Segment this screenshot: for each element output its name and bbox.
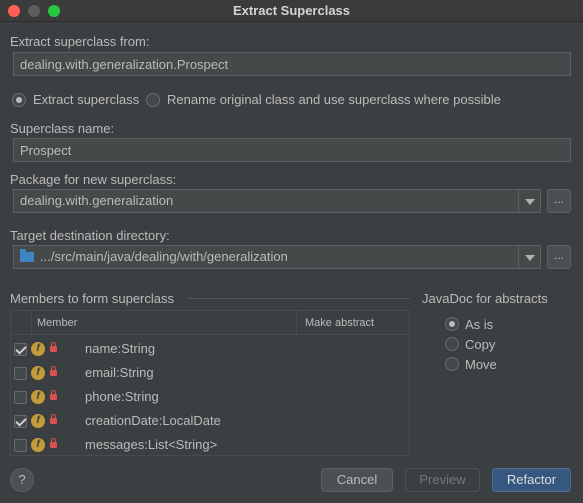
package-dropdown-arrow-icon[interactable] (518, 190, 540, 212)
field-icon: f (31, 438, 45, 452)
members-label: Members to form superclass (10, 291, 174, 306)
target-dir-value: .../src/main/java/dealing/with/generaliz… (40, 249, 288, 264)
field-icon: f (31, 366, 45, 380)
superclass-name-label: Superclass name: (10, 121, 115, 136)
target-dir-label: Target destination directory: (10, 228, 170, 243)
target-dir-dropdown-arrow-icon[interactable] (518, 246, 540, 268)
extract-from-field[interactable] (13, 52, 571, 76)
package-value: dealing.with.generalization (20, 193, 174, 208)
lock-icon (50, 390, 57, 400)
table-row[interactable]: f name:String (11, 337, 409, 361)
preview-button[interactable]: Preview (405, 468, 480, 492)
column-member[interactable]: Member (37, 317, 77, 329)
extract-superclass-radio[interactable] (12, 93, 26, 107)
cancel-button[interactable]: Cancel (321, 468, 393, 492)
superclass-name-field[interactable] (13, 138, 571, 162)
extract-superclass-label: Extract superclass (33, 92, 140, 107)
member-name: messages:List<String> (85, 437, 218, 452)
member-checkbox[interactable] (14, 415, 27, 428)
refactor-button[interactable]: Refactor (492, 468, 571, 492)
lock-icon (50, 366, 57, 376)
table-row[interactable]: f email:String (11, 361, 409, 385)
javadoc-move-radio[interactable] (445, 357, 459, 371)
member-checkbox[interactable] (14, 439, 27, 452)
column-make-abstract[interactable]: Make abstract (305, 317, 374, 329)
rename-original-class-label: Rename original class and use superclass… (167, 92, 501, 107)
package-label: Package for new superclass: (10, 172, 177, 187)
lock-icon (50, 414, 57, 424)
javadoc-as-is-radio[interactable] (445, 317, 459, 331)
lock-icon (50, 342, 57, 352)
field-icon: f (31, 414, 45, 428)
table-row[interactable]: f creationDate:LocalDate (11, 409, 409, 433)
javadoc-move-label: Move (465, 357, 497, 372)
table-row[interactable]: f messages:List<String> (11, 433, 409, 457)
extract-from-label: Extract superclass from: (10, 34, 150, 49)
field-icon: f (31, 390, 45, 404)
target-dir-combo[interactable]: .../src/main/java/dealing/with/generaliz… (13, 245, 541, 269)
help-button[interactable]: ? (10, 468, 34, 492)
member-checkbox[interactable] (14, 343, 27, 356)
javadoc-as-is-label: As is (465, 317, 494, 332)
member-name: creationDate:LocalDate (85, 413, 221, 428)
package-browse-button[interactable]: ... (547, 189, 571, 213)
window-title: Extract Superclass (232, 3, 351, 18)
javadoc-label: JavaDoc for abstracts (422, 291, 548, 306)
field-icon: f (31, 342, 45, 356)
title-bar: Extract Superclass (0, 0, 583, 22)
javadoc-copy-radio[interactable] (445, 337, 459, 351)
folder-icon (20, 249, 34, 262)
package-combo[interactable]: dealing.with.generalization (13, 189, 541, 213)
javadoc-copy-label: Copy (465, 337, 496, 352)
member-name: email:String (85, 365, 154, 380)
member-checkbox[interactable] (14, 367, 27, 380)
rename-original-class-radio[interactable] (146, 93, 160, 107)
target-dir-browse-button[interactable]: ... (547, 245, 571, 269)
member-name: name:String (85, 341, 156, 356)
table-row[interactable]: f phone:String (11, 385, 409, 409)
member-name: phone:String (85, 389, 159, 404)
lock-icon (50, 438, 57, 448)
members-table-header: Member Make abstract (11, 311, 409, 335)
member-checkbox[interactable] (14, 391, 27, 404)
members-table[interactable]: Member Make abstract f name:String f ema… (10, 310, 410, 456)
members-separator (188, 298, 410, 299)
